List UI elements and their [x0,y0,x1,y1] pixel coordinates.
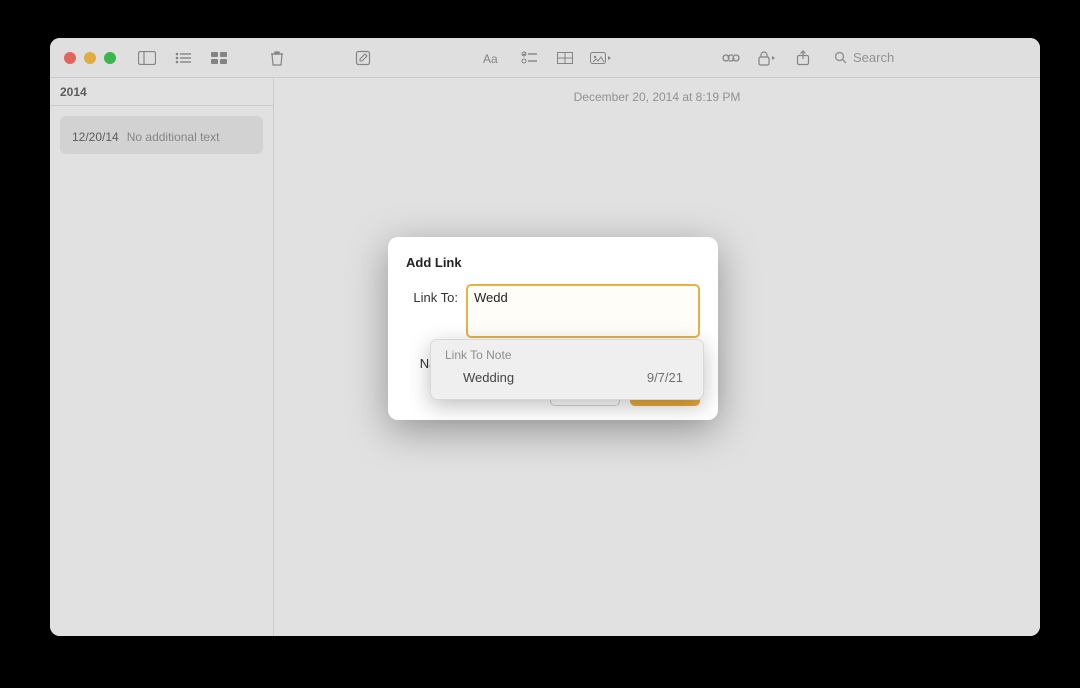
suggestion-item[interactable]: Wedding 9/7/21 [441,366,693,389]
suggestion-date: 9/7/21 [647,370,683,385]
link-to-label: Link To: [406,284,458,305]
dialog-title: Add Link [406,255,700,270]
link-to-input[interactable]: Wedd [466,284,700,338]
suggestion-title: Wedding [463,370,514,385]
suggestion-header: Link To Note [441,348,693,362]
link-suggestion-popup: Link To Note Wedding 9/7/21 [430,339,704,400]
